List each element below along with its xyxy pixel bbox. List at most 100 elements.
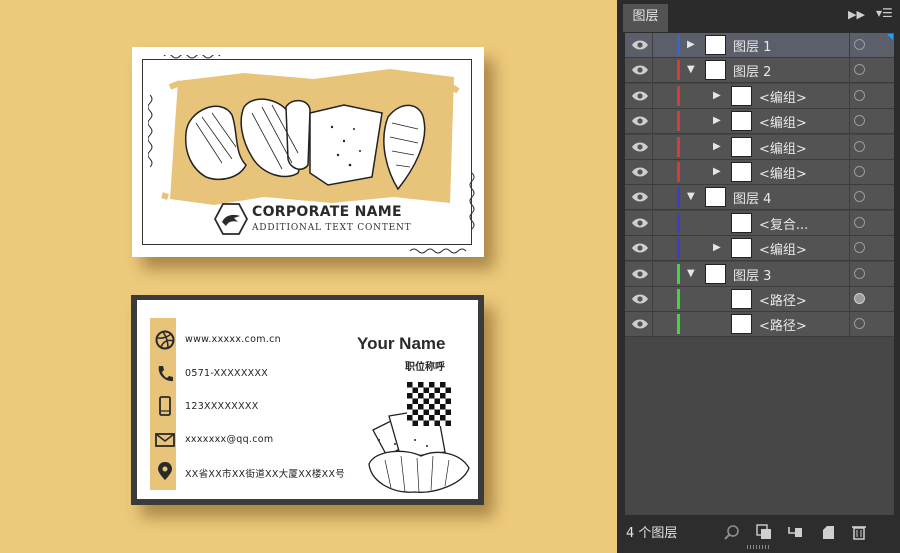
- visibility-eye-icon[interactable]: [629, 33, 651, 57]
- collapse-triangle-icon[interactable]: ▶: [687, 39, 695, 51]
- layer-color-bar: [677, 85, 680, 106]
- layer-name[interactable]: <编组>: [759, 163, 807, 182]
- layer-thumbnail: [731, 314, 752, 335]
- lock-column[interactable]: [652, 236, 653, 261]
- visibility-eye-icon[interactable]: [629, 312, 651, 336]
- collapse-triangle-icon[interactable]: ▶: [713, 141, 721, 153]
- target-circle-icon[interactable]: [854, 242, 865, 254]
- lock-column[interactable]: [652, 83, 653, 108]
- layer-thumbnail: [705, 35, 726, 55]
- target-circle-icon[interactable]: [854, 140, 865, 152]
- layer-name[interactable]: 图层 1: [733, 36, 771, 55]
- create-sublayer-icon[interactable]: [787, 524, 803, 540]
- lock-column[interactable]: [652, 134, 653, 159]
- collapse-triangle-icon[interactable]: ▶: [713, 242, 721, 254]
- target-column-divider: [849, 160, 850, 184]
- layer-row[interactable]: ▼ 图层 3: [625, 261, 894, 287]
- layer-thumbnail: [705, 187, 726, 208]
- visibility-eye-icon[interactable]: [629, 236, 651, 260]
- visibility-eye-icon[interactable]: [629, 109, 651, 133]
- visibility-eye-icon[interactable]: [629, 262, 651, 286]
- layer-row[interactable]: ▶ <编组>: [625, 236, 894, 262]
- expand-triangle-icon[interactable]: ▼: [687, 64, 695, 76]
- visibility-eye-icon[interactable]: [629, 84, 651, 108]
- lock-column[interactable]: [652, 58, 653, 83]
- additional-text: ADDITIONAL TEXT CONTENT: [252, 223, 412, 233]
- layer-row[interactable]: ▶ <编组>: [625, 83, 894, 109]
- layer-thumbnail: [731, 111, 752, 132]
- layer-color-bar: [677, 35, 680, 55]
- trash-icon[interactable]: [851, 524, 867, 540]
- bread-illustration: [184, 98, 426, 191]
- new-layer-icon[interactable]: [820, 524, 836, 540]
- lock-column[interactable]: [652, 33, 653, 57]
- layer-thumbnail: [705, 60, 726, 81]
- layer-row[interactable]: <路径>: [625, 312, 894, 338]
- layer-name[interactable]: <编组>: [759, 112, 807, 131]
- double-chevron-right-icon[interactable]: ▶▶: [848, 8, 865, 21]
- layer-row[interactable]: <路径>: [625, 287, 894, 312]
- visibility-eye-icon[interactable]: [629, 160, 651, 184]
- layer-name[interactable]: 图层 4: [733, 188, 771, 207]
- business-card-front[interactable]: CORPORATE NAME ADDITIONAL TEXT CONTENT: [132, 47, 484, 257]
- tab-layers[interactable]: 图层: [623, 4, 668, 32]
- layer-row[interactable]: ▶ 图层 1: [625, 33, 894, 58]
- visibility-eye-icon[interactable]: [629, 211, 651, 235]
- your-name: Your Name: [357, 334, 446, 353]
- layer-row[interactable]: ▶ <编组>: [625, 109, 894, 135]
- layer-color-bar: [677, 238, 680, 259]
- target-column-divider: [849, 312, 850, 337]
- layer-name[interactable]: <编组>: [759, 138, 807, 157]
- visibility-eye-icon[interactable]: [629, 135, 651, 159]
- layer-row[interactable]: ▼ 图层 4: [625, 185, 894, 211]
- collapse-triangle-icon[interactable]: ▶: [713, 90, 721, 102]
- visibility-eye-icon[interactable]: [629, 58, 651, 82]
- business-card-back[interactable]: www.xxxxx.com.cn 0571-XXXXXXXX 123XXXXXX…: [131, 295, 484, 505]
- layer-name[interactable]: <路径>: [759, 315, 807, 334]
- layer-name[interactable]: 图层 3: [733, 265, 771, 284]
- layer-name[interactable]: <路径>: [759, 290, 807, 309]
- target-circle-icon[interactable]: [854, 191, 865, 203]
- collapse-triangle-icon[interactable]: ▶: [713, 166, 721, 178]
- lock-column[interactable]: [652, 210, 653, 235]
- panel-resize-grip[interactable]: [747, 545, 771, 549]
- target-circle-icon[interactable]: [854, 267, 865, 279]
- target-circle-icon[interactable]: [854, 39, 865, 50]
- layer-row[interactable]: ▶ <编组>: [625, 134, 894, 160]
- collapse-triangle-icon[interactable]: ▶: [713, 115, 721, 127]
- layer-name[interactable]: <编组>: [759, 87, 807, 106]
- lock-column[interactable]: [652, 312, 653, 337]
- lock-column[interactable]: [652, 185, 653, 210]
- lock-column[interactable]: [652, 160, 653, 184]
- make-clipping-mask-icon[interactable]: [756, 524, 772, 540]
- layer-row[interactable]: <复合...: [625, 210, 894, 236]
- panel-menu-icon[interactable]: ▾☰: [876, 6, 893, 20]
- lock-column[interactable]: [652, 287, 653, 311]
- mail-icon: [155, 433, 175, 447]
- layer-name[interactable]: 图层 2: [733, 61, 771, 80]
- target-circle-icon[interactable]: [854, 293, 865, 304]
- layer-row[interactable]: ▼ 图层 2: [625, 58, 894, 84]
- lock-column[interactable]: [652, 261, 653, 286]
- layer-thumbnail: [731, 85, 752, 106]
- target-circle-icon[interactable]: [854, 318, 865, 330]
- target-circle-icon[interactable]: [854, 89, 865, 101]
- target-circle-icon[interactable]: [854, 166, 865, 177]
- artboard-canvas[interactable]: CORPORATE NAME ADDITIONAL TEXT CONTENT w…: [0, 0, 617, 553]
- layer-name[interactable]: <编组>: [759, 239, 807, 258]
- visibility-eye-icon[interactable]: [629, 287, 651, 311]
- card-back-inner: www.xxxxx.com.cn 0571-XXXXXXXX 123XXXXXX…: [137, 300, 478, 499]
- contact-phone: 0571-XXXXXXXX: [185, 368, 269, 379]
- visibility-eye-icon[interactable]: [629, 185, 651, 209]
- target-circle-icon[interactable]: [854, 64, 865, 76]
- target-circle-icon[interactable]: [854, 216, 865, 228]
- lock-column[interactable]: [652, 109, 653, 134]
- layer-name[interactable]: <复合...: [759, 214, 808, 233]
- layer-row[interactable]: ▶ <编组>: [625, 160, 894, 185]
- target-circle-icon[interactable]: [854, 115, 865, 127]
- expand-triangle-icon[interactable]: ▼: [687, 191, 695, 203]
- expand-triangle-icon[interactable]: ▼: [687, 268, 695, 280]
- layer-count: 4 个图层: [626, 526, 678, 541]
- locate-object-icon[interactable]: [724, 524, 740, 540]
- contact-website: www.xxxxx.com.cn: [185, 334, 281, 345]
